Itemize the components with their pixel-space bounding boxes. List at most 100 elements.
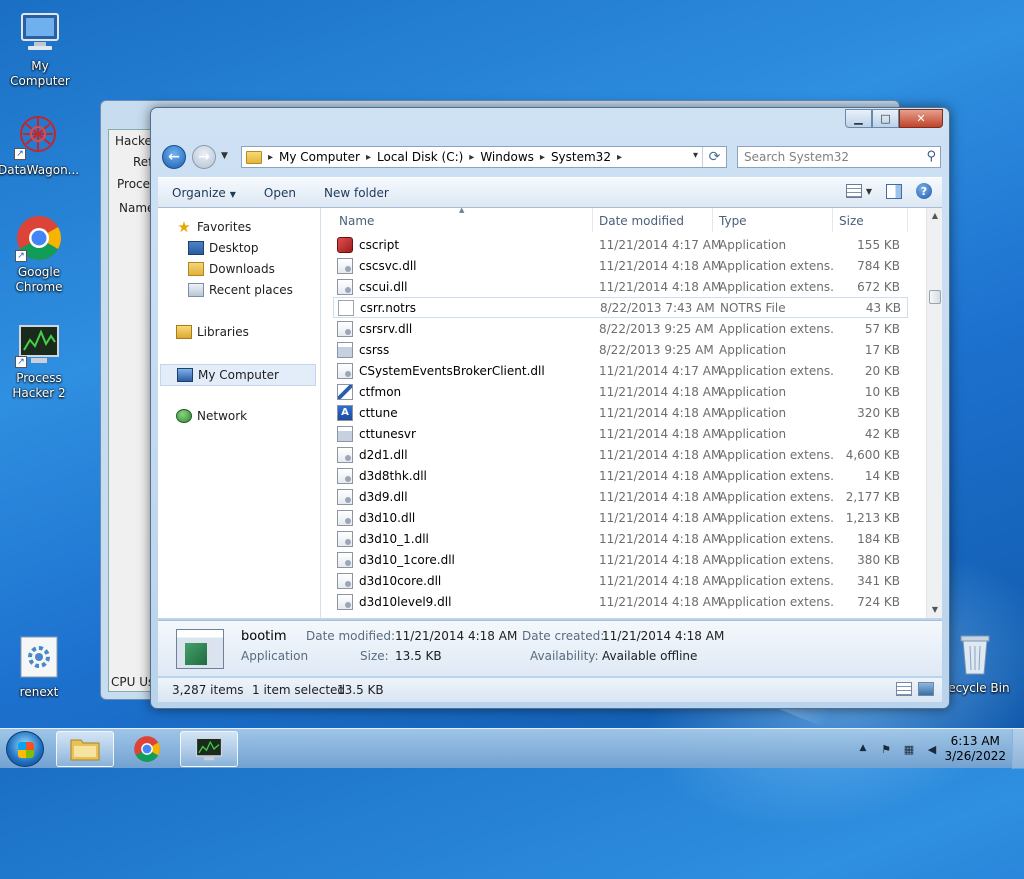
breadcrumb-separator[interactable]: ▸ <box>467 152 476 163</box>
file-icon <box>337 383 353 400</box>
status-selected: 1 item selected <box>252 683 346 697</box>
file-row[interactable]: d3d10.dll 11/21/2014 4:18 AM Application e… <box>333 507 908 528</box>
file-name-cell: cscsvc.dll <box>333 257 593 274</box>
file-row[interactable]: cscsvc.dll 11/21/2014 4:18 AM Application … <box>333 255 908 276</box>
file-row[interactable]: d3d10_1.dll 11/21/2014 4:18 AM Application… <box>333 528 908 549</box>
search-input[interactable]: Search System32 ⚲ <box>737 146 941 168</box>
clock[interactable]: 6:13 AM 3/26/2022 <box>944 734 1006 764</box>
column-type[interactable]: Type <box>713 208 833 232</box>
file-size: 20 KB <box>864 363 900 378</box>
view-dropdown-icon[interactable]: ▼ <box>866 187 872 196</box>
vertical-scrollbar[interactable]: ▲ ▼ <box>926 208 942 618</box>
taskbar-explorer[interactable] <box>56 731 114 767</box>
search-icon[interactable]: ⚲ <box>926 149 936 164</box>
file-row[interactable]: Acttune 11/21/2014 4:18 AM Application 320 … <box>333 402 908 423</box>
file-row[interactable]: d3d10level9.dll 11/21/2014 4:18 AM Applica… <box>333 591 908 612</box>
file-row[interactable]: cscui.dll 11/21/2014 4:18 AM Application e… <box>333 276 908 297</box>
organize-button[interactable]: Organize ▼ <box>158 186 250 200</box>
nav-libraries[interactable]: Libraries <box>176 325 249 339</box>
file-row[interactable]: csrr.notrs 8/22/2013 7:43 AM NOTRS File 43 … <box>333 297 908 318</box>
nav-favorites[interactable]: ★ Favorites <box>176 220 251 235</box>
libraries-icon <box>176 325 192 339</box>
details-date-created: 11/21/2014 4:18 AM <box>602 629 725 643</box>
file-row[interactable]: d3d10_1core.dll 11/21/2014 4:18 AM Applica… <box>333 549 908 570</box>
show-desktop-button[interactable] <box>1012 729 1024 769</box>
taskbar-chrome[interactable] <box>118 731 176 767</box>
scroll-up-icon[interactable]: ▲ <box>927 208 942 224</box>
start-button[interactable] <box>6 731 44 767</box>
file-name-cell: CSystemEventsBrokerClient.dll <box>333 362 593 379</box>
breadcrumb-my-computer[interactable]: My Computer <box>275 150 364 164</box>
file-row[interactable]: cttunesvr 11/21/2014 4:18 AM Application 42… <box>333 423 908 444</box>
file-row[interactable]: CSystemEventsBrokerClient.dll 11/21/2014 … <box>333 360 908 381</box>
refresh-icon[interactable]: ⟳ <box>702 147 726 167</box>
forward-button[interactable]: → <box>192 145 216 169</box>
recent-pages-dropdown[interactable]: ▼ <box>221 151 228 161</box>
file-type: Application extens... <box>719 531 833 546</box>
file-icon <box>337 572 353 589</box>
scroll-down-icon[interactable]: ▼ <box>927 602 942 618</box>
file-size: 17 KB <box>864 342 900 357</box>
breadcrumb-system32[interactable]: System32 <box>547 150 615 164</box>
desktop-icon-process-hacker[interactable]: ↗ Process Hacker 2 <box>0 320 79 401</box>
show-hidden-icons-icon[interactable]: ▲ <box>856 743 870 755</box>
breadcrumb-separator[interactable]: ▸ <box>266 152 275 163</box>
nav-my-computer[interactable]: My Computer <box>160 364 316 386</box>
file-row[interactable]: cscript 11/21/2014 4:17 AM Application 155 … <box>333 234 908 255</box>
back-button[interactable]: ← <box>162 145 186 169</box>
desktop-icon-renext[interactable]: renext <box>0 634 79 700</box>
breadcrumb-separator[interactable]: ▸ <box>615 152 624 163</box>
minimize-button[interactable]: ▁ <box>845 109 872 128</box>
file-row[interactable]: d2d1.dll 11/21/2014 4:18 AM Application ex… <box>333 444 908 465</box>
desktop-icon-google-chrome[interactable]: ↗ Google Chrome <box>0 214 79 295</box>
change-view-icon[interactable] <box>845 184 862 198</box>
recycle-bin-icon <box>951 630 999 678</box>
file-date: 11/21/2014 4:18 AM <box>599 447 722 462</box>
scroll-thumb[interactable] <box>929 290 941 304</box>
close-button[interactable]: ✕ <box>899 109 943 128</box>
column-name[interactable]: Name ▲ <box>333 208 593 232</box>
file-name-cell: cscui.dll <box>333 278 593 295</box>
breadcrumb-windows[interactable]: Windows <box>476 150 538 164</box>
file-name: csrsrv.dll <box>359 321 413 336</box>
file-name-cell: d3d10core.dll <box>333 572 593 589</box>
preview-pane-icon[interactable] <box>886 183 902 199</box>
nav-recent-places[interactable]: Recent places <box>188 283 293 297</box>
nav-desktop[interactable]: Desktop <box>188 241 259 255</box>
maximize-button[interactable]: □ <box>872 109 899 128</box>
breadcrumb-local-disk[interactable]: Local Disk (C:) <box>373 150 467 164</box>
breadcrumb-separator[interactable]: ▸ <box>538 152 547 163</box>
address-dropdown-icon[interactable]: ▾ <box>693 150 698 161</box>
file-row[interactable]: d3d9.dll 11/21/2014 4:18 AM Application ex… <box>333 486 908 507</box>
nav-network[interactable]: Network <box>176 409 247 423</box>
address-bar[interactable]: ▸ My Computer ▸ Local Disk (C:) ▸ Window… <box>241 146 727 168</box>
column-date-modified[interactable]: Date modified <box>593 208 713 232</box>
new-folder-button[interactable]: New folder <box>310 186 403 200</box>
column-size[interactable]: Size <box>833 208 908 232</box>
file-row[interactable]: ctfmon 11/21/2014 4:18 AM Application 10 KB <box>333 381 908 402</box>
breadcrumb-separator[interactable]: ▸ <box>364 152 373 163</box>
explorer-window[interactable]: ▁ □ ✕ ← → ▼ ▸ My Computer ▸ Local Disk (… <box>150 107 950 709</box>
large-icons-view-icon[interactable] <box>918 682 934 696</box>
nav-my-computer-label: My Computer <box>198 368 279 382</box>
file-type: Application <box>719 342 787 357</box>
help-icon[interactable]: ? <box>916 183 932 199</box>
desktop-icon-datawagon[interactable]: ↗ DataWagon... <box>0 112 79 178</box>
chrome-icon: ↗ <box>15 214 63 262</box>
file-row[interactable]: d3d8thk.dll 11/21/2014 4:18 AM Application… <box>333 465 908 486</box>
desktop-icon-my-computer[interactable]: My Computer <box>0 8 80 89</box>
details-view-icon[interactable] <box>896 682 912 696</box>
file-type: Application extens... <box>719 321 833 336</box>
network-status-icon[interactable]: ▦ <box>902 743 916 756</box>
file-name-cell: d3d10.dll <box>333 509 593 526</box>
taskbar-process-hacker[interactable] <box>180 731 238 767</box>
file-row[interactable]: csrsrv.dll 8/22/2013 9:25 AM Application e… <box>333 318 908 339</box>
action-center-flag-icon[interactable]: ⚑ <box>879 743 893 756</box>
file-row[interactable]: csrss 8/22/2013 9:25 AM Application 17 KB <box>333 339 908 360</box>
nav-downloads-label: Downloads <box>209 262 275 276</box>
nav-downloads[interactable]: Downloads <box>188 262 275 276</box>
volume-muted-icon[interactable]: ◀ <box>925 743 939 756</box>
file-row[interactable]: d3d10core.dll 11/21/2014 4:18 AM Applicati… <box>333 570 908 591</box>
open-button[interactable]: Open <box>250 186 310 200</box>
search-placeholder: Search System32 <box>744 150 850 164</box>
